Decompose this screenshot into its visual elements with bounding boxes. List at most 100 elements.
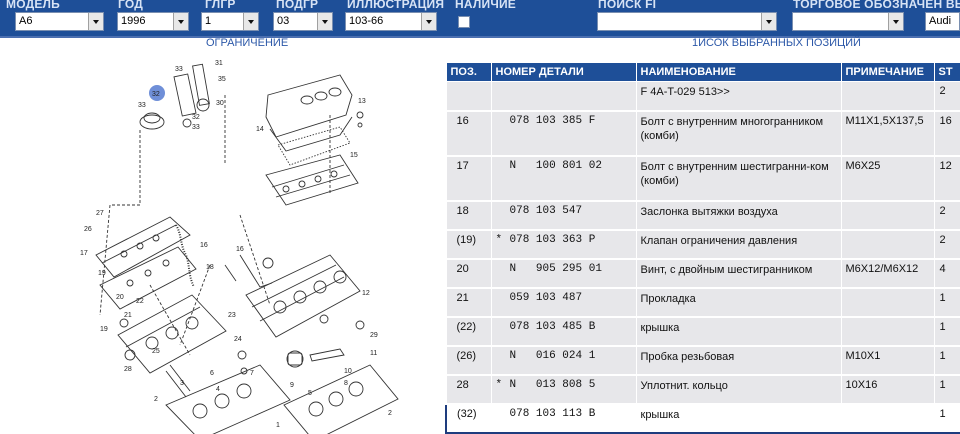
part-name-cell: Прокладка <box>635 287 842 318</box>
quantity-cell: 1 <box>933 287 960 318</box>
table-row[interactable]: (22) 078 103 485 B крышка 1 <box>445 316 960 347</box>
quantity-cell: 2 <box>933 229 960 260</box>
part-name-cell: Заслонка вытяжки воздуха <box>635 200 842 231</box>
table-row[interactable]: F 4A-T-029 513>> 2 <box>445 81 960 112</box>
trade-select[interactable] <box>792 12 904 31</box>
col-header-quantity[interactable]: ST <box>933 62 960 82</box>
quantity-cell: 12 <box>933 155 960 202</box>
callout-label: 5 <box>308 390 312 397</box>
col-header-name[interactable]: НАИМЕНОВАНИЕ <box>635 62 842 82</box>
chevron-down-icon[interactable] <box>173 13 188 30</box>
selected-list-link[interactable]: 1ИСОК ВЫБРАННЫХ ПОЗИЦИЙ <box>692 37 861 49</box>
part-name-cell: Болт с внутренним шестигранни-ком (комби… <box>635 155 842 202</box>
illustration-select[interactable]: 103-66 <box>345 12 437 31</box>
callout-label: 32 <box>152 91 160 98</box>
note-cell <box>840 81 935 112</box>
main-group-value: 1 <box>205 15 212 27</box>
quantity-cell: 1 <box>933 316 960 347</box>
part-number[interactable]: N 016 024 1 <box>510 350 596 362</box>
sub-group-select[interactable]: 03 <box>273 12 333 31</box>
part-number[interactable]: 078 103 485 B <box>510 321 596 333</box>
callout-label: 27 <box>96 210 104 217</box>
part-number[interactable]: 078 103 363 P <box>510 234 596 246</box>
chevron-down-icon[interactable] <box>421 13 436 30</box>
exploded-parts-diagram[interactable]: 33 31 32 33 35 30 33 32 13 14 15 27 26 1… <box>40 55 440 434</box>
callout-label: 22 <box>136 298 144 305</box>
table-row[interactable]: 17 N 100 801 02 Болт с внутренним шестигра… <box>445 155 960 202</box>
note-cell <box>840 200 935 231</box>
callout-label: 20 <box>116 294 124 301</box>
table-row[interactable]: (19) * 078 103 363 P Клапан ограничения дав… <box>445 229 960 260</box>
restriction-link[interactable]: ОГРАНИЧЕНИЕ <box>206 37 288 49</box>
table-row[interactable]: (26) N 016 024 1 Пробка резьбовая M10X1 1 <box>445 345 960 376</box>
table-row[interactable]: 28 * N 013 808 5 Уплотнит. кольцо 10X16 1 <box>445 374 960 405</box>
part-number[interactable]: N 013 808 5 <box>510 379 596 391</box>
part-name-cell: Болт с внутренним многогранником (комби) <box>635 110 842 157</box>
callout-label: 10 <box>344 368 352 375</box>
search-select[interactable] <box>597 12 777 31</box>
callout-label: 17 <box>80 250 88 257</box>
callout-label: 9 <box>290 382 294 389</box>
part-number[interactable]: 078 103 385 F <box>510 115 596 127</box>
callout-label: 2 <box>388 410 392 417</box>
part-number-cell: N 016 024 1 <box>490 345 637 376</box>
chevron-down-icon[interactable] <box>88 13 103 30</box>
callout-label: 1 <box>276 422 280 429</box>
sub-group-label: ПОДГР <box>276 0 319 11</box>
trade-value-field[interactable]: Audi <box>925 12 960 31</box>
year-select[interactable]: 1996 <box>117 12 189 31</box>
note-cell <box>840 229 935 260</box>
chevron-down-icon[interactable] <box>243 13 258 30</box>
part-name-cell: Уплотнит. кольцо <box>635 374 842 405</box>
chevron-down-icon[interactable] <box>761 13 776 30</box>
callout-label: 23 <box>228 312 236 319</box>
model-select[interactable]: A6 <box>15 12 104 31</box>
callout-label: 33 <box>138 102 146 109</box>
part-number[interactable]: 078 103 113 B <box>510 408 596 420</box>
availability-checkbox[interactable] <box>458 16 470 28</box>
callout-label: 8 <box>344 380 348 387</box>
part-number-cell <box>490 81 637 112</box>
part-number-cell: * N 013 808 5 <box>490 374 637 405</box>
year-value: 1996 <box>121 15 146 27</box>
asterisk-marker: * <box>495 378 503 391</box>
table-row[interactable]: 16 078 103 385 F Болт с внутренним многогр… <box>445 110 960 157</box>
part-number-cell: N 905 295 01 <box>490 258 637 289</box>
quantity-cell: 16 <box>933 110 960 157</box>
quantity-cell: 2 <box>933 200 960 231</box>
note-cell: M11X1,5X137,5 <box>840 110 935 157</box>
callout-label: 7 <box>250 370 254 377</box>
part-number[interactable]: 059 103 487 <box>510 292 583 304</box>
position-cell: 17 <box>445 155 492 202</box>
callout-label: 21 <box>124 312 132 319</box>
table-row[interactable]: 21 059 103 487 Прокладка 1 <box>445 287 960 318</box>
part-number-cell: * 078 103 363 P <box>490 229 637 260</box>
callout-label: 11 <box>370 350 377 357</box>
position-cell: 16 <box>445 110 492 157</box>
part-number[interactable]: 078 103 547 <box>510 205 583 217</box>
part-number-cell: 059 103 487 <box>490 287 637 318</box>
callout-label: 14 <box>256 126 264 133</box>
col-header-position[interactable]: ПОЗ. <box>445 62 492 82</box>
table-row[interactable]: 20 N 905 295 01 Винт, с двойным шестигранн… <box>445 258 960 289</box>
col-header-part-number[interactable]: НОМЕР ДЕТАЛИ <box>490 62 637 82</box>
quantity-cell: 2 <box>933 81 960 112</box>
part-number[interactable]: N 905 295 01 <box>510 263 602 275</box>
col-header-note[interactable]: ПРИМЕЧАНИЕ <box>840 62 935 82</box>
model-label: МОДЕЛЬ <box>6 0 60 11</box>
availability-label: НАЛИЧИЕ <box>455 0 516 11</box>
chevron-down-icon[interactable] <box>317 13 332 30</box>
callout-label: 28 <box>124 366 132 373</box>
asterisk-marker: * <box>495 233 503 246</box>
part-number[interactable]: N 100 801 02 <box>510 160 602 172</box>
main-group-select[interactable]: 1 <box>201 12 259 31</box>
search-label: ПОИСК FI <box>598 0 657 11</box>
callout-label: 15 <box>350 152 358 159</box>
callout-label: 33 <box>175 66 183 73</box>
trade-value: Audi <box>929 15 952 27</box>
position-cell: 28 <box>445 374 492 405</box>
table-row[interactable]: 18 078 103 547 Заслонка вытяжки воздуха 2 <box>445 200 960 231</box>
position-cell: 20 <box>445 258 492 289</box>
table-row-selected[interactable]: (32) 078 103 113 B крышка 1 <box>445 402 960 434</box>
chevron-down-icon[interactable] <box>888 13 903 30</box>
